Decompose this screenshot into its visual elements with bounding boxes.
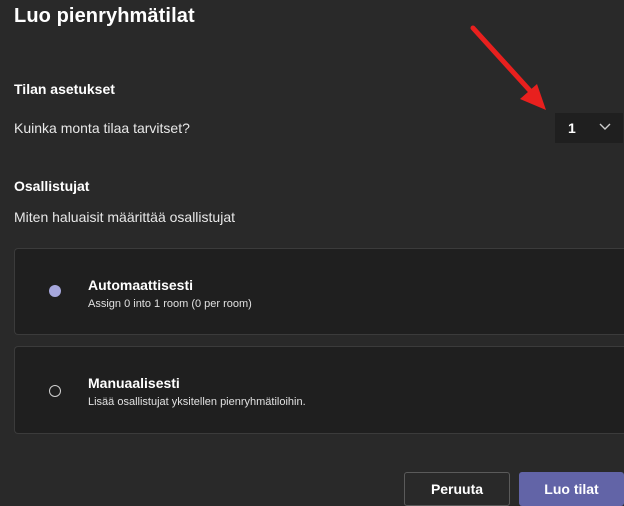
option-manual[interactable]: Manuaalisesti Lisää osallistujat yksitel… <box>14 346 624 434</box>
create-rooms-button[interactable]: Luo tilat <box>519 472 624 506</box>
room-count-dropdown[interactable]: 1 <box>555 113 623 143</box>
option-manual-subtitle: Lisää osallistujat yksitellen pienryhmät… <box>88 396 306 408</box>
page-title: Luo pienryhmätilat <box>14 5 195 27</box>
participants-question: Miten haluaisit määrittää osallistujat <box>14 209 235 225</box>
cancel-button[interactable]: Peruuta <box>404 472 510 506</box>
radio-automatic-selected[interactable] <box>49 285 61 297</box>
option-manual-title: Manuaalisesti <box>88 375 180 391</box>
option-automatic[interactable]: Automaattisesti Assign 0 into 1 room (0 … <box>14 248 624 335</box>
option-automatic-subtitle: Assign 0 into 1 room (0 per room) <box>88 298 252 310</box>
red-arrow-annotation <box>470 25 546 110</box>
room-count-value: 1 <box>568 120 576 136</box>
room-count-question: Kuinka monta tilaa tarvitset? <box>14 120 190 136</box>
radio-manual-unselected[interactable] <box>49 385 61 397</box>
chevron-down-icon <box>599 123 611 130</box>
participants-heading: Osallistujat <box>14 178 90 194</box>
room-settings-heading: Tilan asetukset <box>14 81 115 97</box>
option-automatic-title: Automaattisesti <box>88 277 194 293</box>
